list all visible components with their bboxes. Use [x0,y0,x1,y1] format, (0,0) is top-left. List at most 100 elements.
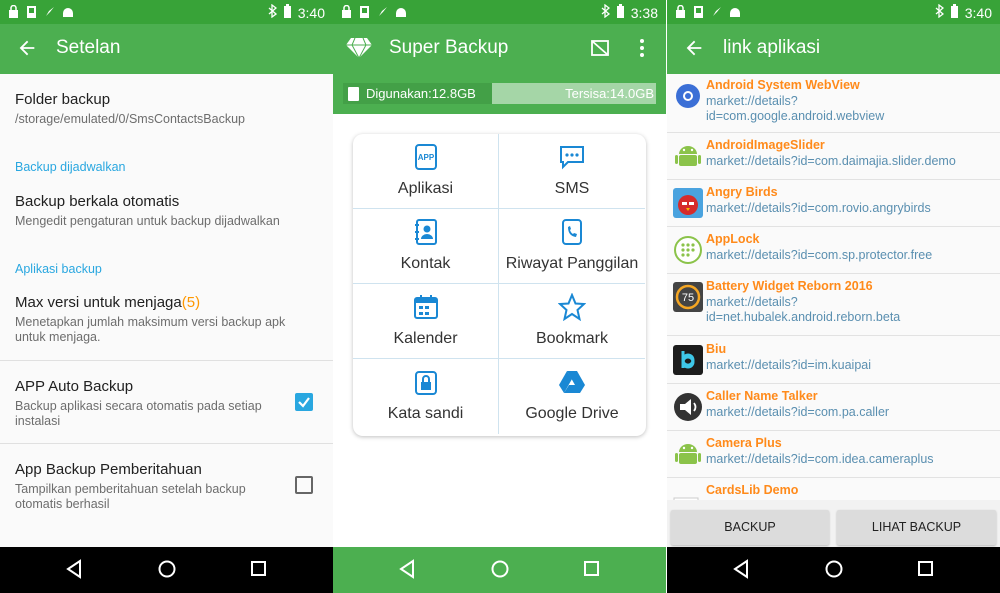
list-item[interactable]: AppLock market://details?id=com.sp.prote… [667,230,1000,277]
app-link-line1: market://details? [706,295,798,309]
battery-icon [616,4,625,21]
app-link: market://details?id=im.kuaipai [706,358,872,372]
list-item[interactable]: AndroidImageSlider market://details?id=c… [667,136,1000,183]
app-list: Android System WebView market://details?… [667,74,1000,500]
diamond-logo-icon [346,37,372,59]
max-versions-summary-line1: Menetapkan jumlah maksimum versi backup … [15,315,286,329]
grid-label: SMS [554,180,590,197]
list-item[interactable]: 75 Battery Widget Reborn 2016 market://d… [667,277,1000,332]
app-name: AndroidImageSlider [706,138,825,152]
screen-title: link aplikasi [723,37,821,58]
notification-checkbox[interactable] [295,476,313,494]
android-robot-icon [675,146,701,166]
nav-back-icon[interactable] [65,559,83,579]
folder-backup-path: /storage/emulated/0/SmsContactsBackup [15,112,245,126]
nav-back-icon[interactable] [732,559,750,579]
grid-item-calendar[interactable]: Kalender [353,284,499,359]
battery-widget-label: 75 [682,292,694,304]
nav-home-icon[interactable] [490,559,510,579]
app-link-line2: id=com.google.android.webview [706,109,885,123]
android-icon [729,5,740,18]
view-backup-button[interactable]: LIHAT BACKUP [837,510,996,545]
nav-recents-icon[interactable] [917,559,935,579]
list-item[interactable]: Caller Name Talker market://details?id=c… [667,387,1000,434]
grid-item-bookmark[interactable]: Bookmark [499,284,645,359]
grid-item-contacts[interactable]: Kontak [353,209,499,284]
grid-item-sms[interactable]: SMS [499,134,645,209]
status-time: 3:38 [630,4,658,21]
max-versions-label: Max versi untuk menjaga [15,294,182,311]
grid-item-apps[interactable]: APP Aplikasi [353,134,499,209]
max-versions-setting[interactable]: Max versi untuk menjaga(5) Menetapkan ju… [15,294,318,345]
grid-label: Kalender [393,330,458,347]
grid-item-passwords[interactable]: Kata sandi [353,359,499,434]
app-name: Battery Widget Reborn 2016 [706,279,873,293]
auto-backup-checkbox[interactable] [295,393,313,411]
backup-button[interactable]: BACKUP [671,510,829,545]
max-versions-summary-line2: untuk menjaga. [15,330,101,344]
sd-card-icon [693,5,704,18]
app-name: Caller Name Talker [706,389,818,403]
app-bar: link aplikasi [667,24,1000,74]
auto-backup-setting[interactable]: APP Auto Backup Backup aplikasi secara o… [15,378,283,429]
app-link-line1: market://details? [706,94,798,108]
storage-bar: Digunakan:12.8GB Tersisa:14.0GB [343,83,656,104]
divider [667,335,1000,336]
rocket-icon [377,5,388,18]
sd-card-icon [348,87,359,101]
auto-backup-summary-line1: Backup aplikasi secara otomatis pada set… [15,399,262,413]
app-bar: Setelan [0,24,333,74]
divider [0,360,333,361]
app-name: Angry Birds [706,185,778,199]
android-robot-icon [675,444,701,464]
bookmark-star-icon [558,293,586,321]
list-item[interactable]: CardsLib Demo [667,481,1000,500]
app-link: market://details? id=com.google.android.w… [706,94,996,124]
divider [667,273,1000,274]
folder-backup-setting[interactable]: Folder backup /storage/emulated/0/SmsCon… [15,91,318,127]
category-scheduled: Backup dijadwalkan [15,160,126,174]
lock-icon [675,4,686,18]
status-time: 3:40 [964,4,992,21]
overflow-menu-icon[interactable] [638,38,646,58]
battery-icon [950,4,959,21]
list-item[interactable]: Angry Birds market://details?id=com.rovi… [667,183,1000,230]
grid-label: Kontak [400,255,451,272]
periodic-backup-summary: Mengedit pengaturan untuk backup dijadwa… [15,214,280,228]
app-name: CardsLib Demo [706,483,799,497]
app-link: market://details?id=com.pa.caller [706,405,890,419]
grid-item-google-drive[interactable]: Google Drive [499,359,645,434]
backup-category-grid: APP Aplikasi SMS Kontak Riwayat Panggila… [353,134,646,436]
grid-label: Aplikasi [397,180,454,197]
list-item[interactable]: Camera Plus market://details?id=com.idea… [667,434,1000,481]
lock-icon [341,4,352,18]
periodic-backup-setting[interactable]: Backup berkala otomatis Mengedit pengatu… [15,193,318,229]
notification-title: App Backup Pemberitahuan [15,461,202,478]
nav-home-icon[interactable] [157,559,177,579]
list-item[interactable]: Biu market://details?id=im.kuaipai [667,340,1000,387]
navigation-bar [333,547,666,593]
no-ads-icon[interactable] [590,38,610,58]
nav-recents-icon[interactable] [250,559,268,579]
password-lock-icon [415,371,437,395]
screen-title: Setelan [56,37,121,58]
grid-label: Kata sandi [387,405,464,422]
nav-recents-icon[interactable] [583,559,601,579]
back-arrow-icon[interactable] [16,37,38,59]
max-versions-title: Max versi untuk menjaga(5) [15,294,318,311]
grid-label: Riwayat Panggilan [505,255,639,272]
grid-label: Google Drive [525,405,619,422]
grid-item-call-log[interactable]: Riwayat Panggilan [499,209,645,284]
status-bar: 3:40 [667,0,1000,24]
sms-icon [560,146,584,170]
nav-home-icon[interactable] [824,559,844,579]
android-icon [395,5,406,18]
list-item[interactable]: Android System WebView market://details?… [667,76,1000,131]
notification-summary-line2: otomatis berhasil [15,497,110,511]
divider [667,383,1000,384]
auto-backup-summary-line2: instalasi [15,414,61,428]
back-arrow-icon[interactable] [683,37,705,59]
notification-setting[interactable]: App Backup Pemberitahuan Tampilkan pembe… [15,461,283,512]
nav-back-icon[interactable] [398,559,416,579]
app-icon: APP [415,144,437,170]
